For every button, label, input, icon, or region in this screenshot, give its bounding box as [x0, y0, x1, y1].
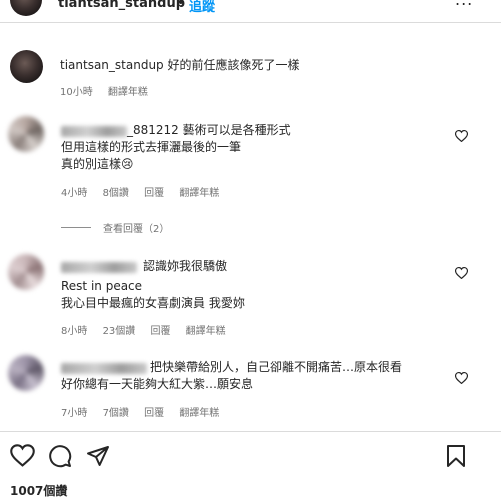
comment-avatar[interactable]: [8, 254, 44, 290]
comment-time: 7小時: [61, 408, 88, 419]
comment-likes[interactable]: 7個讚: [103, 408, 129, 419]
comment-line: 真的別這樣😢: [61, 157, 134, 171]
comment-username-blurred[interactable]: [61, 262, 137, 273]
comment-line: 藝術可以是各種形式: [182, 123, 291, 137]
comment-meta: 8小時 23個讚 回覆 翻譯年糕: [61, 322, 238, 337]
comment-like-heart-icon[interactable]: [454, 264, 469, 283]
translate-button[interactable]: 翻譯年糕: [186, 326, 226, 337]
comment-username-blurred[interactable]: [61, 126, 127, 137]
heart-icon[interactable]: [10, 444, 35, 471]
reply-button[interactable]: 回覆: [150, 326, 170, 337]
caption-avatar[interactable]: [10, 50, 43, 83]
author-avatar[interactable]: [10, 0, 42, 16]
separator-dot: •: [177, 0, 185, 11]
comment-likes[interactable]: 23個讚: [103, 326, 136, 337]
header-divider: [0, 22, 501, 23]
comment-avatar[interactable]: [8, 116, 44, 152]
reply-button[interactable]: 回覆: [144, 188, 164, 199]
follow-button[interactable]: 追蹤: [189, 0, 215, 15]
more-options-icon[interactable]: ...: [455, 0, 473, 9]
comment-username-suffix[interactable]: _881212: [127, 123, 179, 137]
bookmark-icon[interactable]: [446, 444, 466, 472]
caption-username[interactable]: tiantsan_standup: [60, 58, 164, 72]
translate-button[interactable]: 翻譯年糕: [179, 188, 219, 199]
translate-button[interactable]: 翻譯年糕: [179, 408, 219, 419]
comment-avatar[interactable]: [8, 355, 44, 391]
caption-text: 好的前任應該像死了一樣: [167, 58, 300, 72]
comment-like-heart-icon[interactable]: [454, 369, 469, 388]
send-icon[interactable]: [86, 444, 110, 472]
comment-username-blurred[interactable]: [61, 363, 147, 374]
caption-translate[interactable]: 翻譯年糕: [108, 87, 148, 98]
comment-icon[interactable]: [48, 444, 72, 472]
comment-like-heart-icon[interactable]: [454, 127, 469, 146]
caption-meta: 10小時 翻譯年糕: [60, 83, 160, 98]
comment-meta: 4小時 8個讚 回覆 翻譯年糕: [61, 184, 231, 199]
comment-line: 把快樂帶給別人，自己卻離不開痛苦…原本很看: [150, 360, 403, 374]
actions-divider: [0, 431, 501, 432]
caption-time: 10小時: [60, 87, 93, 98]
comment-time: 8小時: [61, 326, 88, 337]
view-replies-button[interactable]: 查看回覆（2）: [103, 220, 169, 235]
post-header: tiantsan_standup • 追蹤 ...: [0, 0, 501, 18]
likes-count[interactable]: 1007個讚: [10, 482, 67, 499]
comment-line: Rest in peace: [61, 279, 143, 293]
comment-line: 認識妳我很驕傲: [143, 259, 228, 273]
comment-line: 但用這樣的形式去揮灑最後的一筆: [61, 140, 242, 154]
comment-line: 好你總有一天能夠大紅大紫…願安息: [61, 377, 254, 391]
author-username[interactable]: tiantsan_standup: [58, 0, 185, 11]
comment-likes[interactable]: 8個讚: [103, 188, 129, 199]
comment-line: 我心目中最瘋的女喜劇演員 我愛妳: [61, 296, 245, 310]
comment-time: 4小時: [61, 188, 88, 199]
comment-meta: 7小時 7個讚 回覆 翻譯年糕: [61, 404, 231, 419]
view-replies-line: [61, 227, 91, 228]
caption-row: tiantsan_standup 好的前任應該像死了一樣: [60, 56, 300, 73]
reply-button[interactable]: 回覆: [144, 408, 164, 419]
comment-text: _881212 藝術可以是各種形式: [127, 122, 291, 139]
